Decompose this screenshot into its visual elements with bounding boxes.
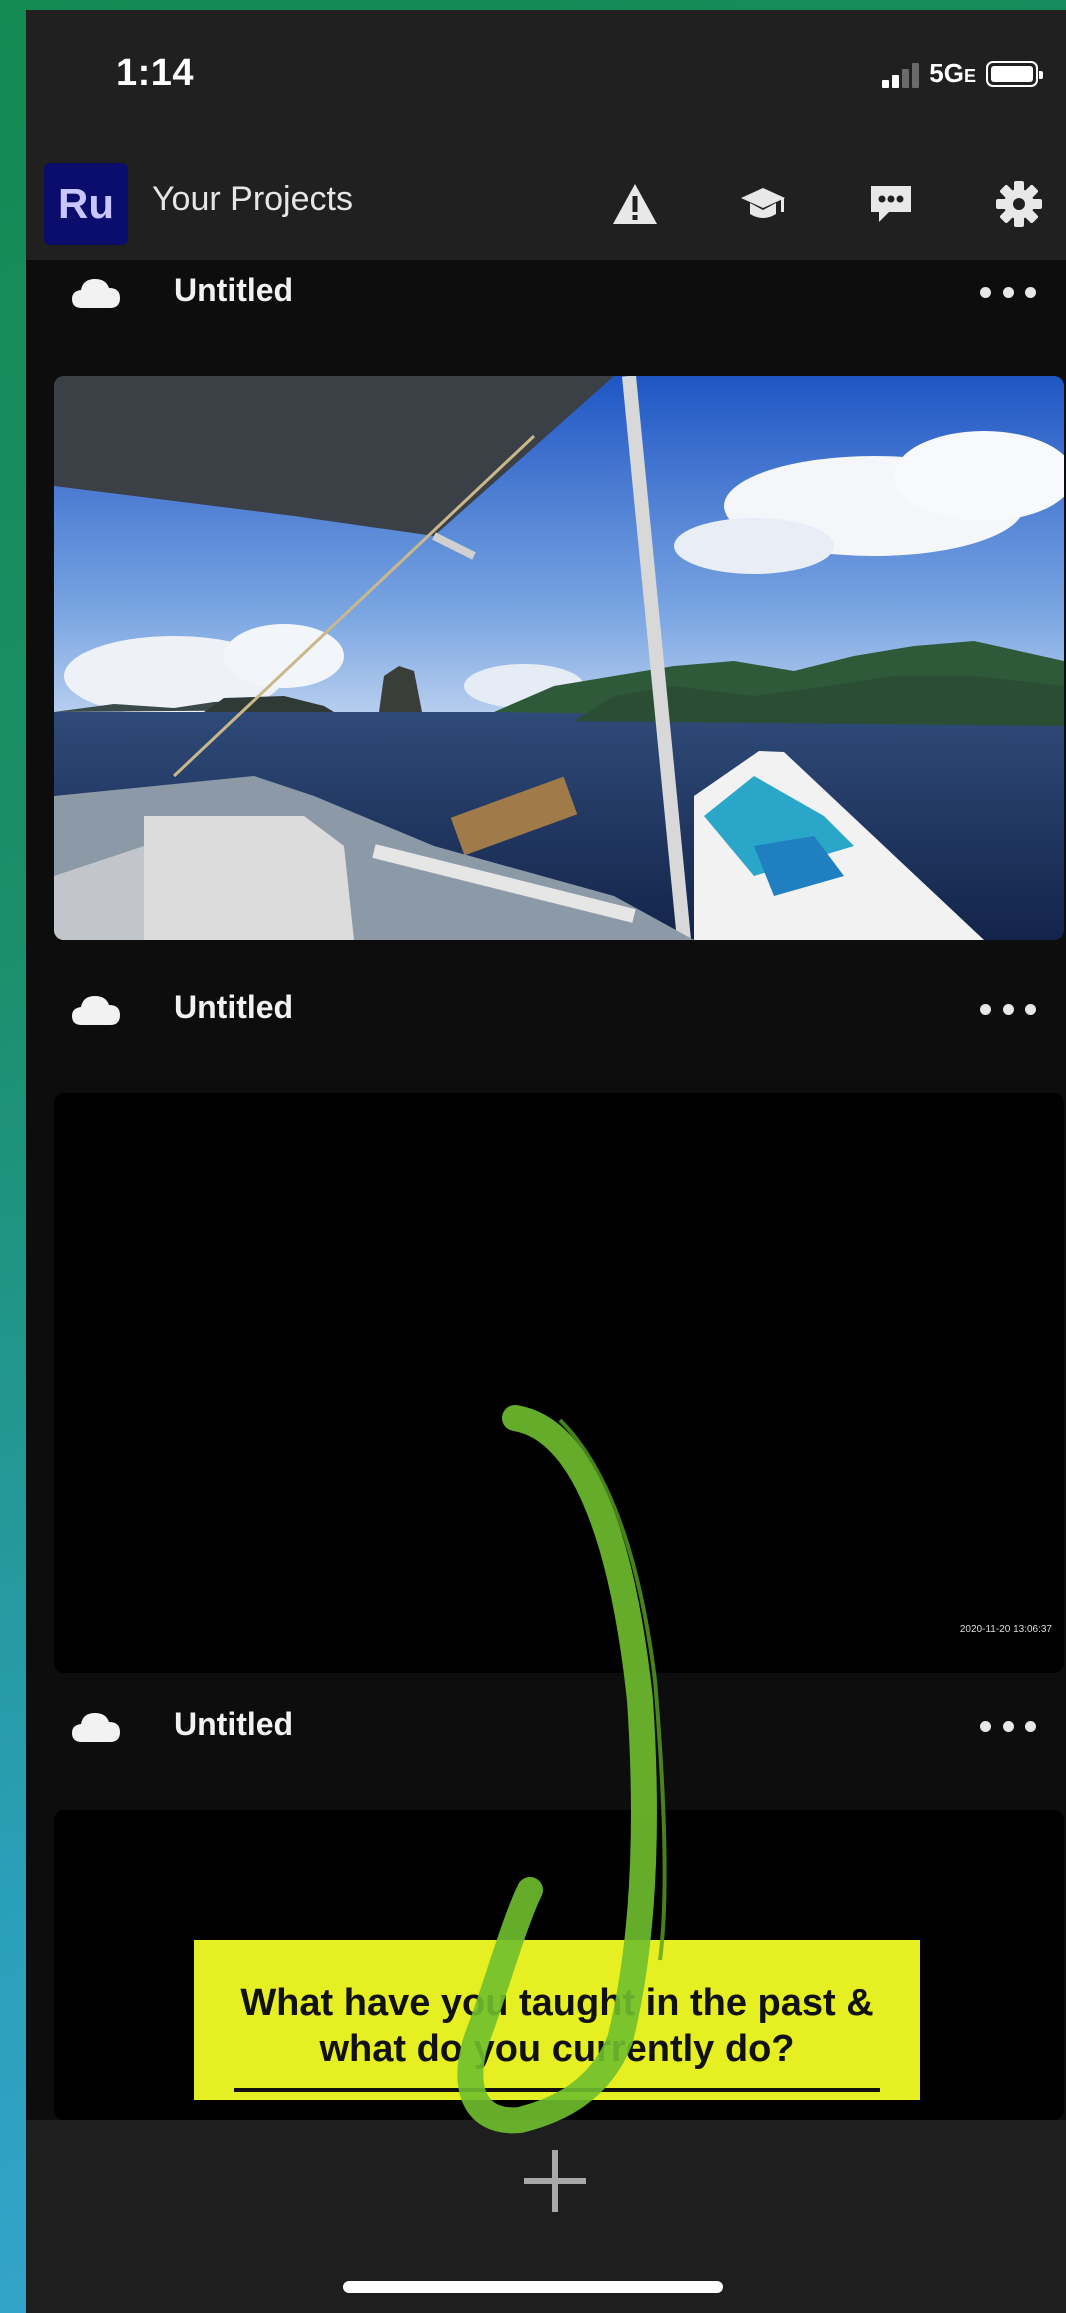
cloud-icon	[72, 996, 120, 1025]
chat-bubble-icon[interactable]	[862, 175, 920, 233]
warning-icon[interactable]	[606, 175, 664, 233]
project-row-1[interactable]: Untitled	[26, 260, 1066, 330]
more-options-icon[interactable]	[980, 989, 1036, 1029]
status-time: 1:14	[116, 52, 195, 94]
phone-screen: 1:14 5GE Ru Your Projects Untitled Untit…	[26, 10, 1066, 2313]
project-thumbnail-2[interactable]: 2020-11-20 13:06:37	[54, 1093, 1064, 1673]
page-title: Your Projects	[152, 180, 353, 218]
project-thumbnail-1[interactable]	[54, 376, 1064, 940]
project-thumbnail-3[interactable]: What have you taught in the past & what …	[54, 1810, 1064, 2120]
more-options-icon[interactable]	[980, 272, 1036, 312]
battery-icon	[986, 60, 1043, 87]
app-header: Ru Your Projects	[26, 150, 1066, 260]
video-timestamp: 2020-11-20 13:06:37	[959, 1624, 1052, 1635]
gear-icon[interactable]	[990, 175, 1048, 233]
project-title[interactable]: Untitled	[174, 1706, 293, 1743]
cloud-icon	[72, 279, 120, 308]
add-project-plus-icon[interactable]	[524, 2150, 586, 2212]
title-card-underline	[234, 2088, 880, 2092]
graduation-cap-icon[interactable]	[734, 175, 792, 233]
project-row-3[interactable]: Untitled	[26, 1694, 1066, 1764]
app-logo: Ru	[44, 163, 128, 245]
project-title[interactable]: Untitled	[174, 989, 293, 1026]
more-options-icon[interactable]	[980, 1706, 1036, 1746]
title-card-text: What have you taught in the past & what …	[240, 1982, 874, 2070]
home-indicator[interactable]	[343, 2281, 723, 2293]
project-row-2[interactable]: Untitled	[26, 977, 1066, 1047]
network-type: 5GE	[929, 58, 976, 88]
status-indicators: 5GE	[882, 58, 1043, 89]
boat-seascape-image	[54, 376, 1064, 940]
status-bar: 1:14 5GE	[26, 10, 1066, 150]
title-card: What have you taught in the past & what …	[194, 1940, 920, 2100]
cellular-signal-icon	[882, 60, 920, 88]
cloud-icon	[72, 1713, 120, 1742]
project-title[interactable]: Untitled	[174, 272, 293, 309]
